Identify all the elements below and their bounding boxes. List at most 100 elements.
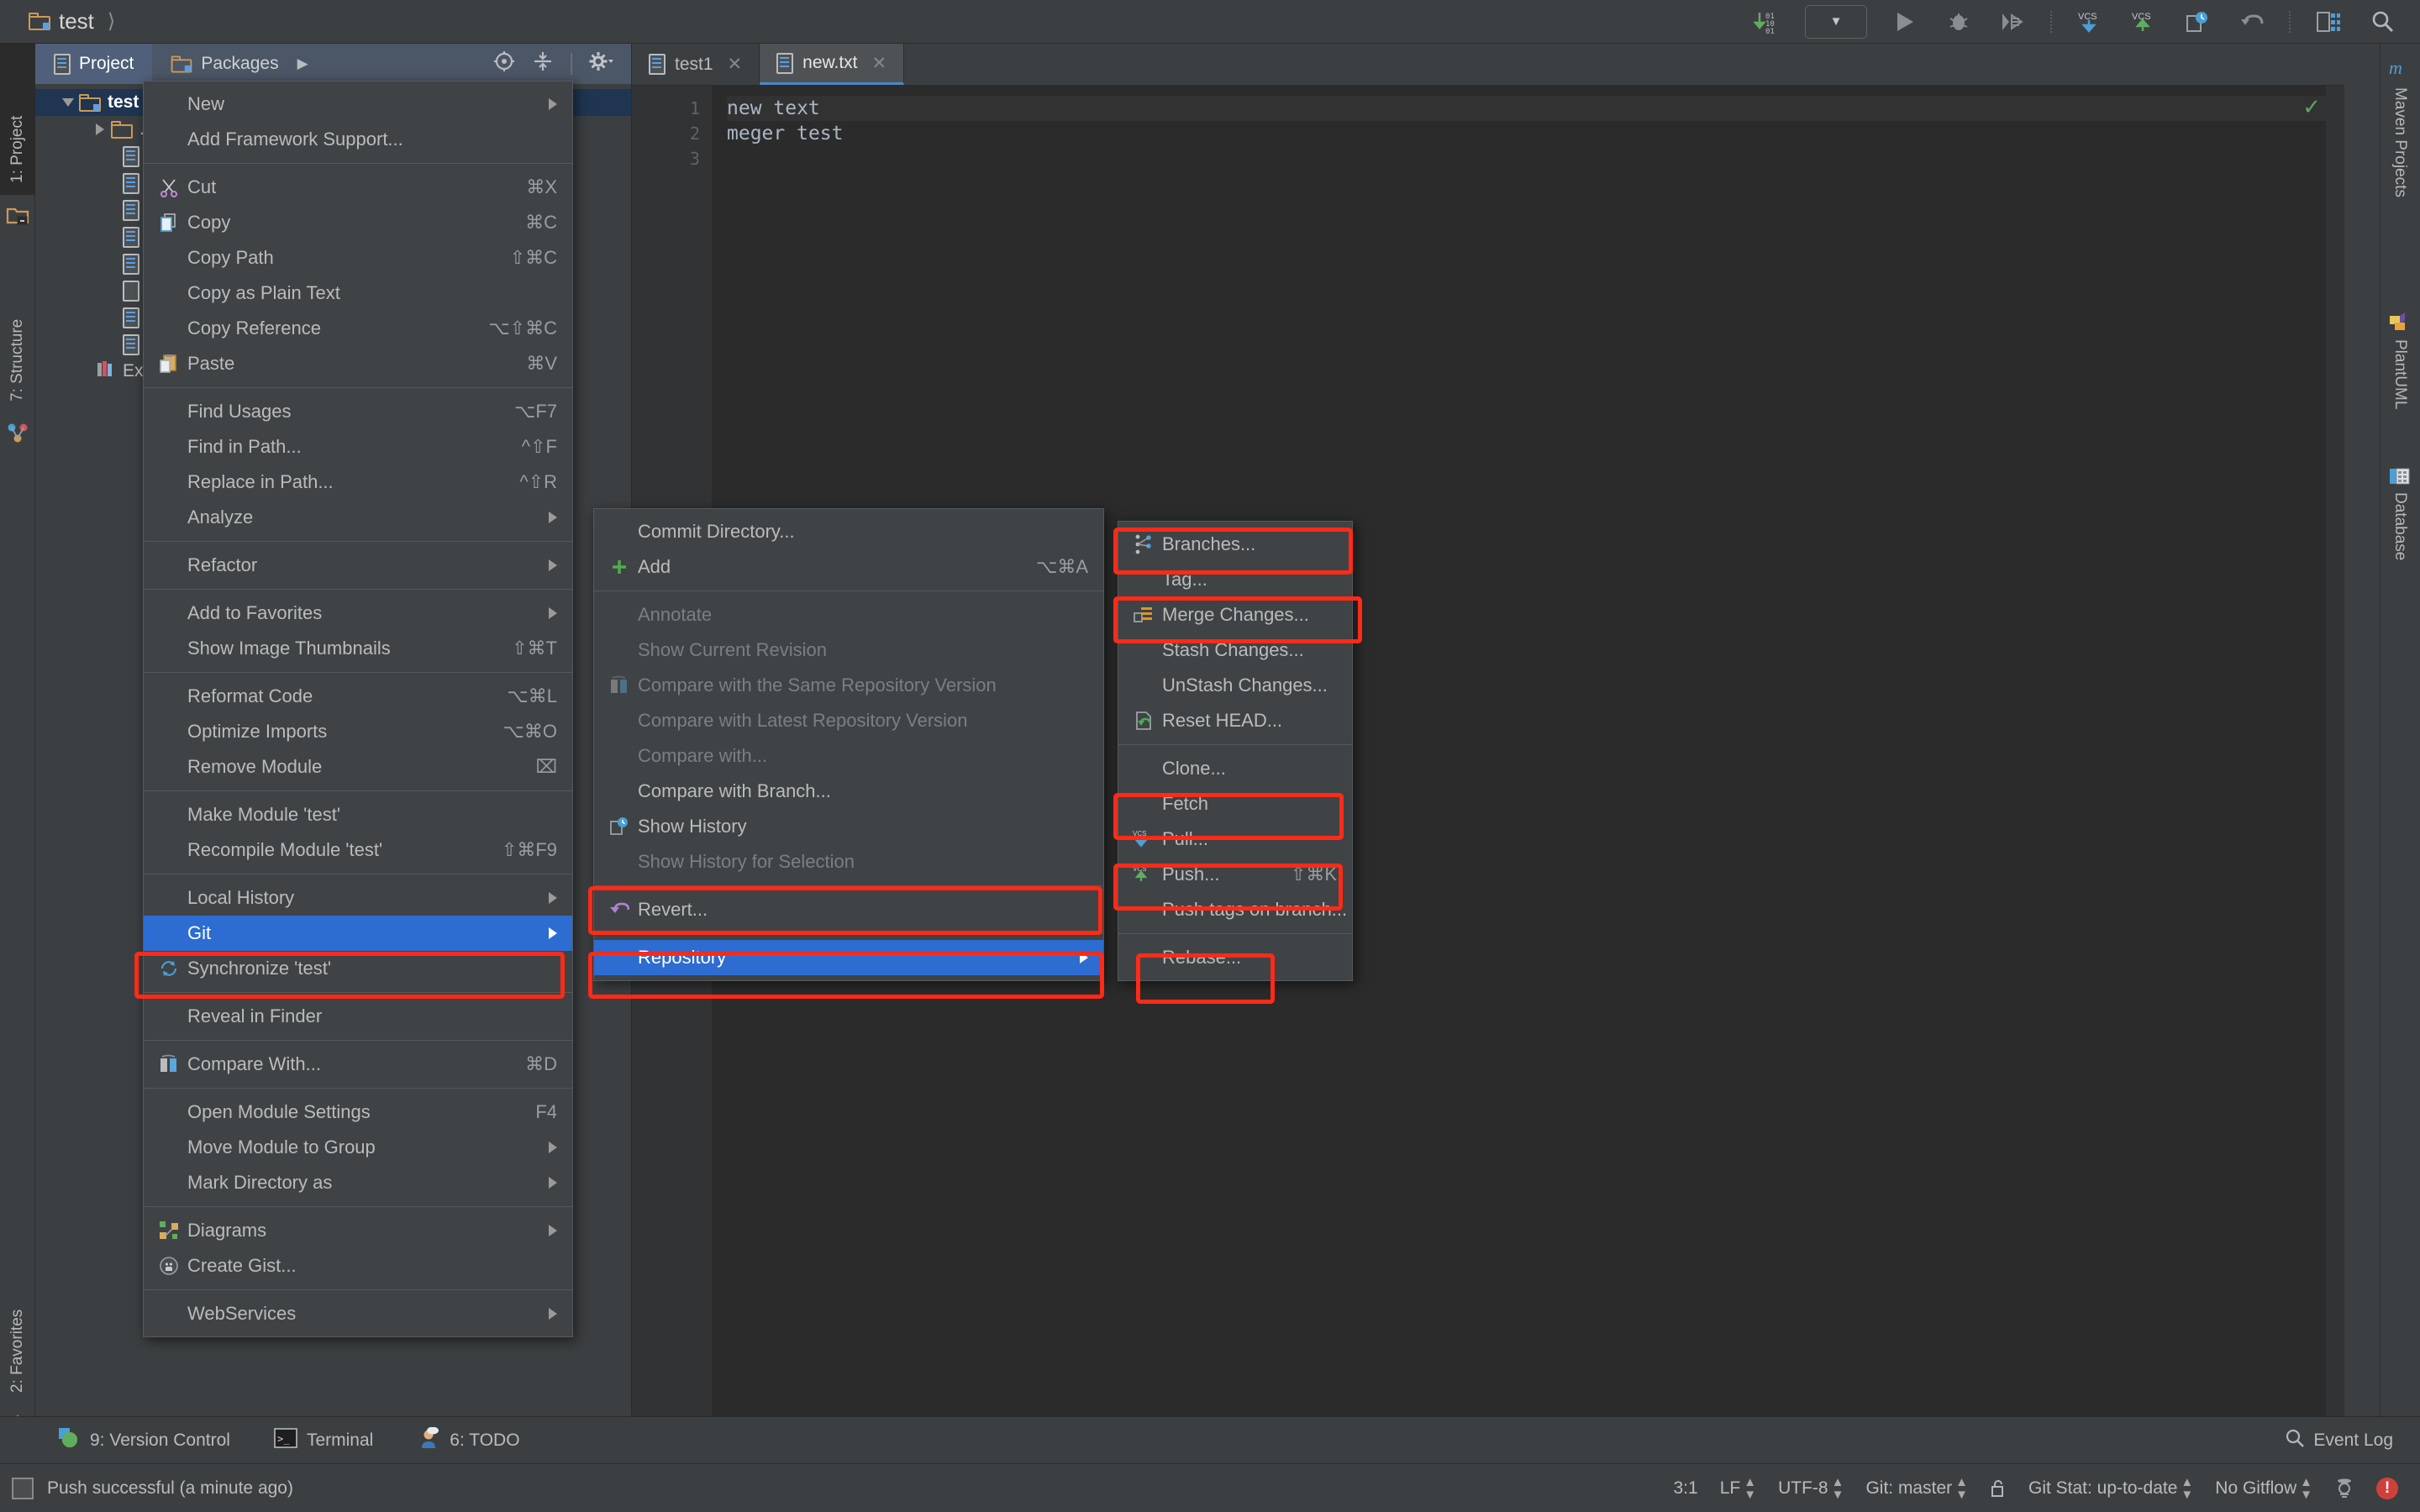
status-git-branch[interactable]: Git: master ▲ ▼ bbox=[1865, 1476, 1968, 1501]
settings-gear-icon[interactable] bbox=[589, 50, 614, 77]
menu-item-label: Add to Favorites bbox=[187, 602, 323, 623]
menu-item-analyze[interactable]: Analyze bbox=[144, 500, 572, 535]
vcs-history-icon[interactable] bbox=[2181, 6, 2213, 38]
tab-project[interactable]: Project bbox=[35, 44, 153, 84]
error-badge-icon[interactable]: ! bbox=[2376, 1477, 2398, 1499]
menu-item-reformat-code[interactable]: Reformat Code ⌥⌘L bbox=[144, 679, 572, 714]
menu-item-merge-changes[interactable]: Merge Changes... bbox=[1118, 597, 1352, 633]
menu-item-revert[interactable]: Revert... bbox=[594, 892, 1103, 927]
menu-item-make-module-test[interactable]: Make Module 'test' bbox=[144, 797, 572, 832]
menu-item-unstash-changes[interactable]: UnStash Changes... bbox=[1118, 668, 1352, 703]
menu-item-create-gist[interactable]: Create Gist... bbox=[144, 1248, 572, 1284]
close-icon[interactable]: ✕ bbox=[728, 54, 743, 75]
menu-item-open-module-settings[interactable]: Open Module Settings F4 bbox=[144, 1095, 572, 1130]
menu-item-git[interactable]: Git bbox=[144, 916, 572, 951]
menu-item-find-usages[interactable]: Find Usages ⌥F7 bbox=[144, 394, 572, 429]
menu-item-replace-in-path[interactable]: Replace in Path... ^⇧R bbox=[144, 465, 572, 500]
menu-item-remove-module[interactable]: Remove Module ⌧ bbox=[144, 749, 572, 785]
menu-item-pull[interactable]: VCS Pull... bbox=[1118, 822, 1352, 857]
status-encoding[interactable]: UTF-8 ▲ ▼ bbox=[1778, 1476, 1844, 1501]
editor-tab-test1[interactable]: test1 ✕ bbox=[632, 44, 760, 85]
lock-open-icon[interactable] bbox=[1990, 1478, 2007, 1499]
vcs-commit-icon[interactable]: VCS bbox=[2128, 6, 2160, 38]
menu-item-find-in-path[interactable]: Find in Path... ^⇧F bbox=[144, 429, 572, 465]
menu-item-repository[interactable]: Repository bbox=[594, 940, 1103, 975]
menu-item-copy-path[interactable]: Copy Path ⇧⌘C bbox=[144, 240, 572, 276]
editor-tab-new-txt[interactable]: new.txt ✕ bbox=[760, 44, 905, 85]
menu-item-diagrams[interactable]: Diagrams bbox=[144, 1213, 572, 1248]
menu-item-stash-changes[interactable]: Stash Changes... bbox=[1118, 633, 1352, 668]
status-caret-position[interactable]: 3:1 bbox=[1674, 1478, 1698, 1499]
menu-item-push-tags-on-branch[interactable]: Push tags on branch... bbox=[1118, 892, 1352, 927]
menu-item-tag[interactable]: Tag... bbox=[1118, 562, 1352, 597]
submenu-arrow-icon bbox=[549, 1177, 557, 1189]
chevron-down-icon[interactable] bbox=[62, 98, 74, 107]
menu-item-reset-head[interactable]: Reset HEAD... bbox=[1118, 703, 1352, 738]
bottom-button-terminal[interactable]: >_ Terminal bbox=[252, 1427, 395, 1453]
menu-item-mark-directory-as[interactable]: Mark Directory as bbox=[144, 1165, 572, 1200]
sidebar-item-structure[interactable]: 7: Structure bbox=[0, 245, 35, 413]
close-icon[interactable]: ✕ bbox=[872, 53, 887, 74]
status-git-stat[interactable]: Git Stat: up-to-date ▲ ▼ bbox=[2028, 1476, 2193, 1501]
menu-item-optimize-imports[interactable]: Optimize Imports ⌥⌘O bbox=[144, 714, 572, 749]
menu-item-add-framework-support[interactable]: Add Framework Support... bbox=[144, 122, 572, 157]
inspection-ok-icon[interactable]: ✓ bbox=[2302, 94, 2321, 120]
binary-download-icon[interactable]: 01 10 01 bbox=[1751, 6, 1783, 38]
menu-item-push[interactable]: VCS Push... ⇧⌘K bbox=[1118, 857, 1352, 892]
layout-icon[interactable] bbox=[2312, 6, 2344, 38]
context-submenu-repository[interactable]: Branches... Tag... Merge Changes... Stash C… bbox=[1118, 521, 1353, 981]
menu-item-rebase[interactable]: Rebase... bbox=[1118, 940, 1352, 975]
run-icon[interactable] bbox=[1889, 6, 1921, 38]
sidebar-item-database[interactable]: Database bbox=[2380, 492, 2420, 635]
menu-item-add-to-favorites[interactable]: Add to Favorites bbox=[144, 596, 572, 631]
menu-item-cut[interactable]: Cut ⌘X bbox=[144, 170, 572, 205]
status-gitflow[interactable]: No Gitflow ▲ ▼ bbox=[2215, 1476, 2312, 1501]
hector-icon[interactable] bbox=[2334, 1478, 2354, 1499]
undo-icon[interactable] bbox=[2235, 6, 2267, 38]
menu-item-show-history[interactable]: Show History bbox=[594, 809, 1103, 844]
menu-item-fetch[interactable]: Fetch bbox=[1118, 786, 1352, 822]
menu-item-compare-with-branch[interactable]: Compare with Branch... bbox=[594, 774, 1103, 809]
bottom-button-version-control[interactable]: 9: Version Control bbox=[35, 1426, 252, 1455]
menu-item-copy[interactable]: Copy ⌘C bbox=[144, 205, 572, 240]
menu-item-commit-directory[interactable]: Commit Directory... bbox=[594, 514, 1103, 549]
menu-item-refactor[interactable]: Refactor bbox=[144, 548, 572, 583]
status-line-separator[interactable]: LF ▲ ▼ bbox=[1720, 1476, 1756, 1501]
menu-item-new[interactable]: New bbox=[144, 87, 572, 122]
vcs-update-icon[interactable]: VCS bbox=[2074, 6, 2106, 38]
editor-marker-bar[interactable] bbox=[2326, 86, 2344, 1463]
locate-icon[interactable] bbox=[493, 50, 515, 77]
menu-item-synchronize-test[interactable]: Synchronize 'test' bbox=[144, 951, 572, 986]
status-indicator-icon[interactable] bbox=[12, 1477, 34, 1499]
menu-item-copy-reference[interactable]: Copy Reference ⌥⇧⌘C bbox=[144, 311, 572, 346]
tab-packages[interactable]: Packages bbox=[152, 44, 297, 84]
context-submenu-git[interactable]: Commit Directory... Add ⌥⌘A Annotate Show Cu… bbox=[593, 508, 1104, 981]
menu-item-move-module-to-group[interactable]: Move Module to Group bbox=[144, 1130, 572, 1165]
run-configuration-dropdown[interactable]: ▼ bbox=[1805, 4, 1867, 39]
expand-arrow-icon[interactable]: ▶ bbox=[297, 55, 308, 72]
menu-item-show-image-thumbnails[interactable]: Show Image Thumbnails ⇧⌘T bbox=[144, 631, 572, 666]
context-menu-module[interactable]: New Add Framework Support... Cut ⌘X Copy ⌘C Co… bbox=[143, 81, 573, 1337]
chevron-right-icon[interactable] bbox=[96, 123, 104, 135]
debug-icon[interactable] bbox=[1943, 6, 1975, 38]
menu-item-clone[interactable]: Clone... bbox=[1118, 751, 1352, 786]
collapse-all-icon[interactable] bbox=[532, 50, 554, 77]
menu-item-compare-with[interactable]: Compare With... ⌘D bbox=[144, 1047, 572, 1082]
menu-item-webservices[interactable]: WebServices bbox=[144, 1296, 572, 1331]
search-icon[interactable] bbox=[2366, 6, 2398, 38]
sidebar-item-project[interactable]: 1: Project bbox=[0, 44, 35, 195]
menu-item-paste[interactable]: Paste ⌘V bbox=[144, 346, 572, 381]
coverage-icon[interactable] bbox=[1996, 6, 2028, 38]
menu-item-copy-as-plain-text[interactable]: Copy as Plain Text bbox=[144, 276, 572, 311]
menu-item-add[interactable]: Add ⌥⌘A bbox=[594, 549, 1103, 585]
sidebar-item-maven[interactable]: Maven Projects bbox=[2380, 87, 2420, 297]
menu-item-local-history[interactable]: Local History bbox=[144, 880, 572, 916]
menu-item-branches[interactable]: Branches... bbox=[1118, 527, 1352, 562]
bottom-button-todo[interactable]: 6: TODO bbox=[395, 1426, 541, 1454]
sidebar-item-favorites[interactable]: 2: Favorites bbox=[0, 1236, 35, 1404]
event-log-button[interactable]: Event Log bbox=[2285, 1428, 2420, 1453]
menu-item-reveal-in-finder[interactable]: Reveal in Finder bbox=[144, 999, 572, 1034]
compare-icon bbox=[608, 675, 631, 696]
menu-item-label: Copy bbox=[187, 212, 231, 233]
menu-item-recompile-module-test[interactable]: Recompile Module 'test' ⇧⌘F9 bbox=[144, 832, 572, 868]
